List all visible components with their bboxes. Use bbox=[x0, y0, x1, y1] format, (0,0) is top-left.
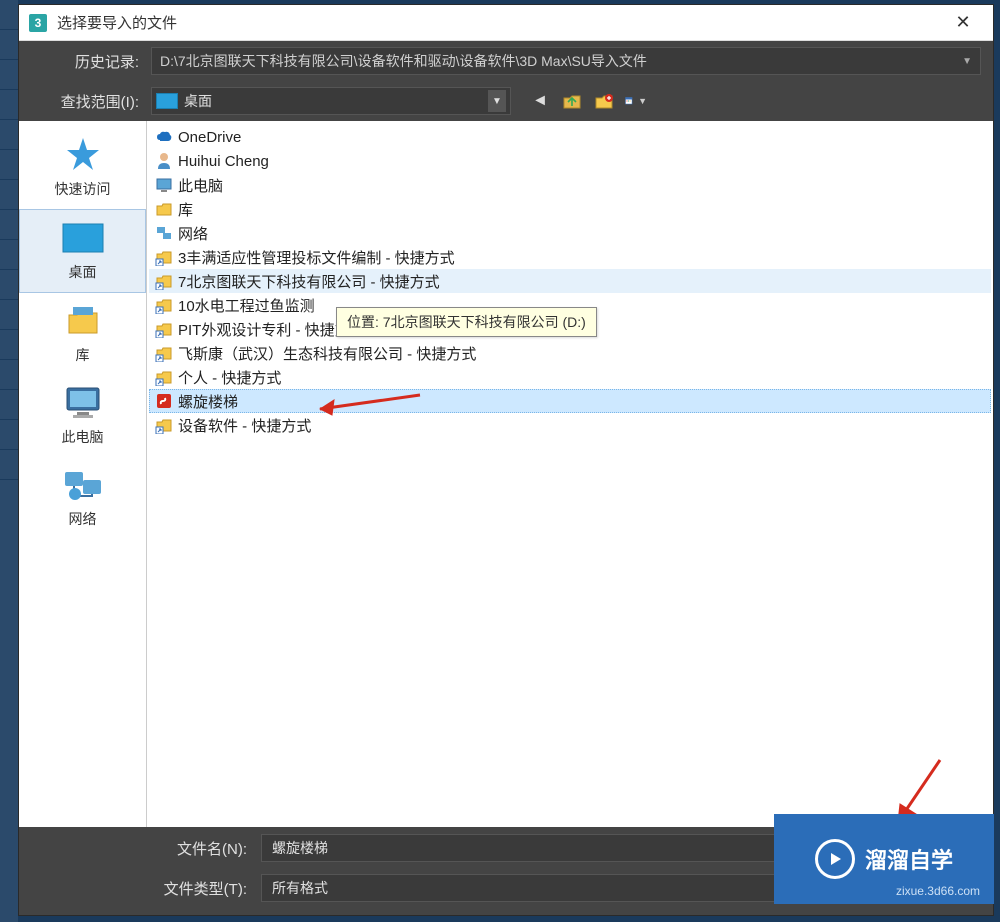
chevron-down-icon: ▼ bbox=[962, 56, 972, 67]
back-icon[interactable]: ◄ bbox=[529, 90, 551, 112]
sidebar-item-label: 桌面 bbox=[69, 262, 97, 282]
list-item[interactable]: 个人 - 快捷方式 bbox=[149, 365, 991, 389]
list-item[interactable]: 飞斯康（武汉）生态科技有限公司 - 快捷方式 bbox=[149, 341, 991, 365]
nav-toolbar: ◄ ▼ bbox=[529, 90, 647, 112]
sidebar-item-label: 快速访问 bbox=[55, 179, 111, 199]
list-item[interactable]: OneDrive bbox=[149, 125, 991, 149]
list-item[interactable]: 螺旋楼梯 bbox=[149, 389, 991, 413]
watermark-brand: 溜溜自学 bbox=[865, 843, 953, 875]
filename-value: 螺旋楼梯 bbox=[272, 838, 328, 858]
onedrive-icon bbox=[154, 127, 174, 147]
watermark: 溜溜自学 zixue.3d66.com bbox=[774, 814, 994, 904]
sidebar-item-label: 网络 bbox=[69, 509, 97, 529]
shortcut-folder-icon bbox=[154, 343, 174, 363]
file-label: 7北京图联天下科技有限公司 - 快捷方式 bbox=[178, 271, 440, 292]
desktop-icon bbox=[156, 93, 178, 109]
filetype-value: 所有格式 bbox=[272, 878, 328, 898]
thispc-icon bbox=[59, 383, 107, 423]
main-area: 快速访问 桌面 库 此电脑 bbox=[19, 121, 993, 827]
close-button[interactable]: ✕ bbox=[943, 8, 983, 38]
chevron-down-icon: ▼ bbox=[488, 90, 506, 112]
sidebar-item-network[interactable]: 网络 bbox=[19, 457, 146, 539]
lookin-dropdown[interactable]: 桌面 ▼ bbox=[151, 87, 511, 115]
up-level-icon[interactable] bbox=[561, 90, 583, 112]
user-icon bbox=[154, 151, 174, 171]
file-label: Huihui Cheng bbox=[178, 153, 269, 170]
sidebar-item-label: 此电脑 bbox=[62, 427, 104, 447]
watermark-site: zixue.3d66.com bbox=[896, 884, 980, 898]
skp-file-icon bbox=[154, 391, 174, 411]
close-icon: ✕ bbox=[955, 12, 970, 33]
filename-label: 文件名(N): bbox=[31, 838, 261, 859]
lookin-row: 查找范围(I): 桌面 ▼ ◄ ▼ bbox=[19, 81, 993, 121]
list-item[interactable]: 7北京图联天下科技有限公司 - 快捷方式 bbox=[149, 269, 991, 293]
file-label: 螺旋楼梯 bbox=[178, 391, 238, 412]
list-item[interactable]: Huihui Cheng bbox=[149, 149, 991, 173]
list-item[interactable]: 此电脑 bbox=[149, 173, 991, 197]
list-item[interactable]: 3丰满适应性管理投标文件编制 - 快捷方式 bbox=[149, 245, 991, 269]
file-label: 飞斯康（武汉）生态科技有限公司 - 快捷方式 bbox=[178, 343, 476, 364]
shortcut-folder-icon bbox=[154, 271, 174, 291]
view-menu-icon[interactable]: ▼ bbox=[625, 90, 647, 112]
history-label: 历史记录: bbox=[31, 51, 151, 72]
history-path: D:\7北京图联天下科技有限公司\设备软件和驱动\设备软件\3D Max\SU导… bbox=[160, 51, 647, 71]
window-title: 选择要导入的文件 bbox=[57, 12, 943, 33]
file-list[interactable]: OneDrive Huihui Cheng 此电脑 库 bbox=[147, 121, 993, 827]
new-folder-icon[interactable] bbox=[593, 90, 615, 112]
file-label: 10水电工程过鱼监测 bbox=[178, 295, 315, 316]
shortcut-folder-icon bbox=[154, 319, 174, 339]
sidebar-item-libraries[interactable]: 库 bbox=[19, 293, 146, 375]
libraries-icon bbox=[59, 301, 107, 341]
history-dropdown[interactable]: D:\7北京图联天下科技有限公司\设备软件和驱动\设备软件\3D Max\SU导… bbox=[151, 47, 981, 75]
import-file-dialog: 3 选择要导入的文件 ✕ 历史记录: D:\7北京图联天下科技有限公司\设备软件… bbox=[18, 4, 994, 916]
sidebar-item-thispc[interactable]: 此电脑 bbox=[19, 375, 146, 457]
thispc-icon bbox=[154, 175, 174, 195]
list-item[interactable]: 库 bbox=[149, 197, 991, 221]
file-label: 此电脑 bbox=[178, 175, 223, 196]
file-label: 网络 bbox=[178, 223, 208, 244]
shortcut-folder-icon bbox=[154, 415, 174, 435]
shortcut-folder-icon bbox=[154, 295, 174, 315]
libraries-icon bbox=[154, 199, 174, 219]
filetype-label: 文件类型(T): bbox=[31, 878, 261, 899]
titlebar: 3 选择要导入的文件 ✕ bbox=[19, 5, 993, 41]
sidebar-item-label: 库 bbox=[76, 345, 90, 365]
history-row: 历史记录: D:\7北京图联天下科技有限公司\设备软件和驱动\设备软件\3D M… bbox=[19, 41, 993, 81]
shortcut-folder-icon bbox=[154, 367, 174, 387]
lookin-label: 查找范围(I): bbox=[31, 91, 151, 112]
play-icon bbox=[815, 839, 855, 879]
lookin-value: 桌面 bbox=[184, 91, 484, 111]
tooltip: 位置: 7北京图联天下科技有限公司 (D:) bbox=[336, 307, 597, 337]
app-icon: 3 bbox=[29, 14, 47, 32]
list-item[interactable]: 设备软件 - 快捷方式 bbox=[149, 413, 991, 437]
desktop-icon bbox=[59, 218, 107, 258]
file-label: 设备软件 - 快捷方式 bbox=[178, 415, 311, 436]
file-label: OneDrive bbox=[178, 129, 241, 146]
sidebar-item-desktop[interactable]: 桌面 bbox=[19, 209, 146, 293]
shortcut-folder-icon bbox=[154, 247, 174, 267]
file-label: 3丰满适应性管理投标文件编制 - 快捷方式 bbox=[178, 247, 455, 268]
network-icon bbox=[154, 223, 174, 243]
network-icon bbox=[59, 465, 107, 505]
chevron-down-icon: ▼ bbox=[638, 96, 647, 106]
file-label: 个人 - 快捷方式 bbox=[178, 367, 281, 388]
list-item[interactable]: 网络 bbox=[149, 221, 991, 245]
places-sidebar: 快速访问 桌面 库 此电脑 bbox=[19, 121, 147, 827]
sidebar-item-quick[interactable]: 快速访问 bbox=[19, 127, 146, 209]
quick-access-icon bbox=[59, 135, 107, 175]
file-label: 库 bbox=[178, 199, 193, 220]
